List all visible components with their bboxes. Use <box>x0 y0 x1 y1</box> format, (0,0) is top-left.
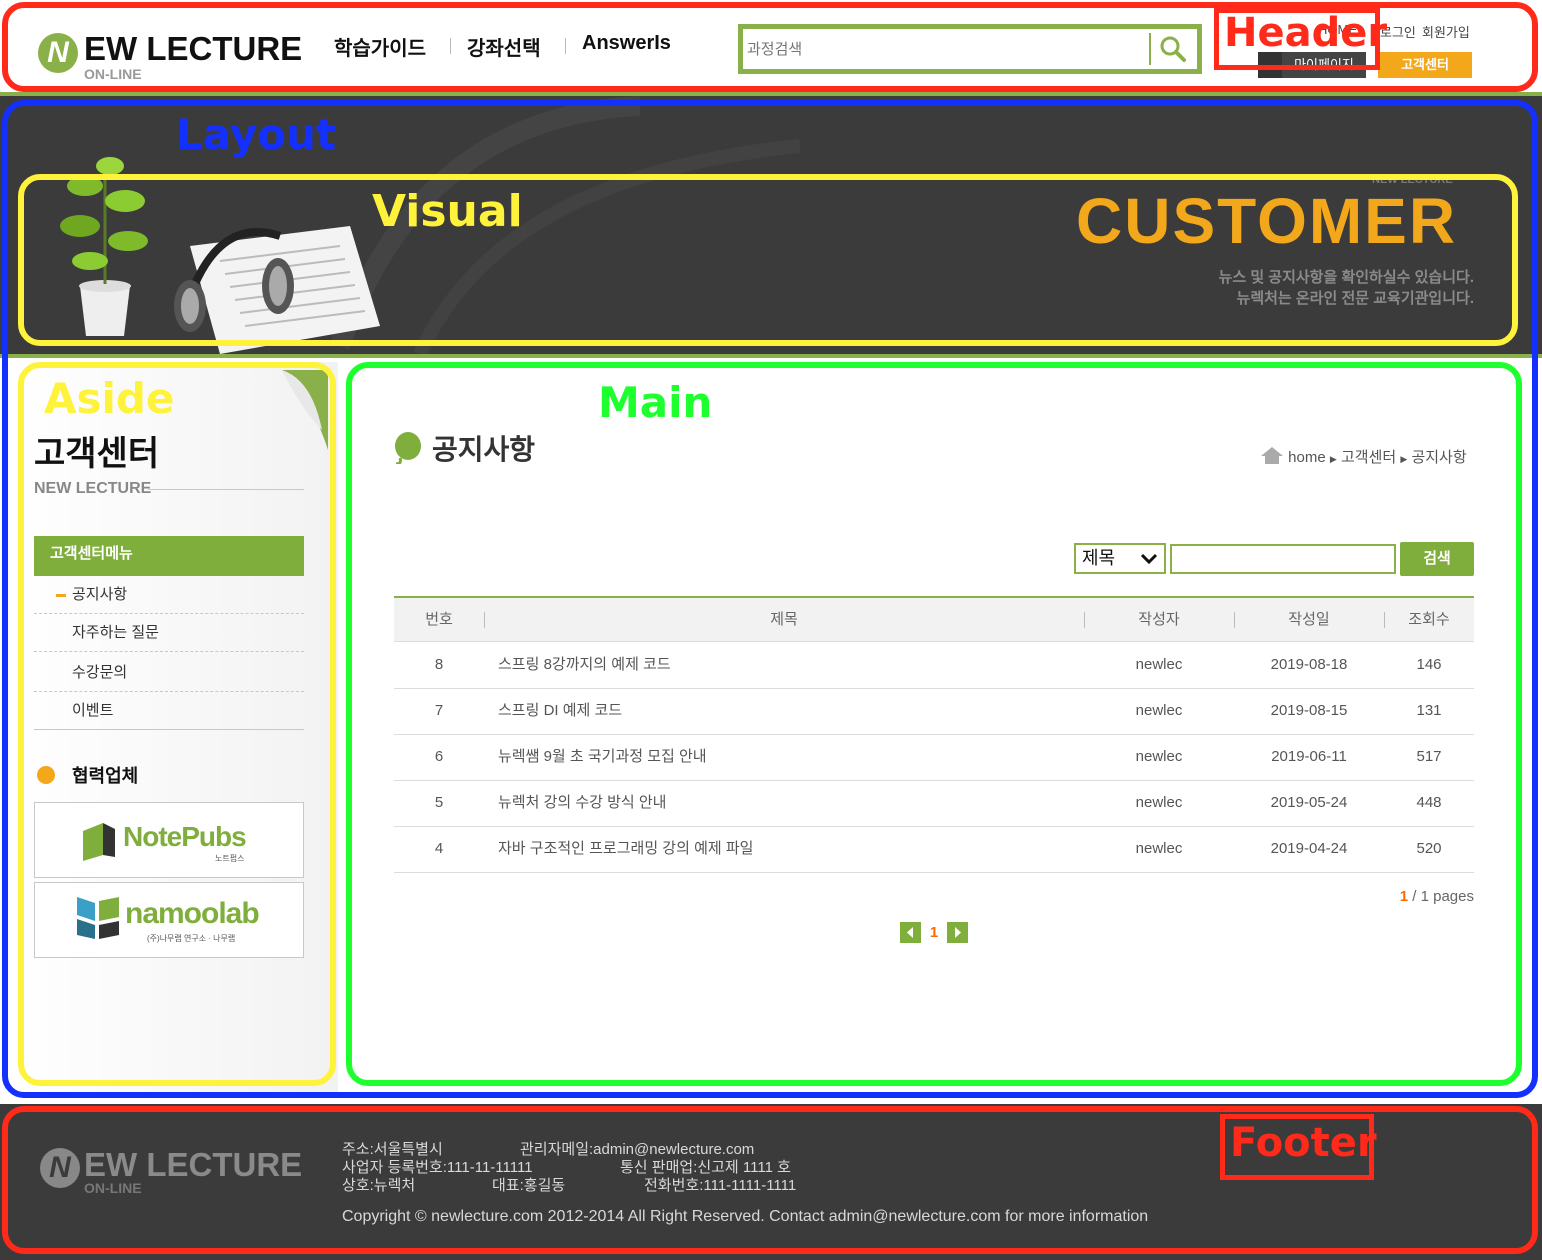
visual-annotation-frame <box>18 174 1518 346</box>
visual-annotation-label: Visual <box>372 186 523 237</box>
layout-annotation-label: Layout <box>176 110 337 159</box>
footer-annotation-label: Footer <box>1230 1120 1377 1166</box>
aside-annotation-label: Aside <box>44 374 175 423</box>
header-annotation-label: Header <box>1224 10 1388 56</box>
aside-annotation-frame <box>18 362 336 1086</box>
main-annotation-frame <box>346 362 1522 1086</box>
main-annotation-label: Main <box>598 378 713 427</box>
